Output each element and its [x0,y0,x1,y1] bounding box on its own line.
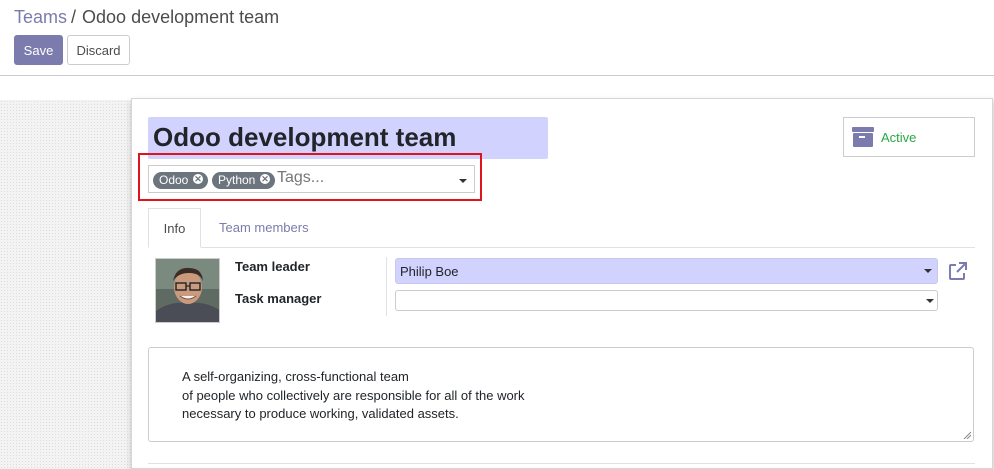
breadcrumb: Teams / Odoo development team [14,7,279,28]
archive-icon [852,127,874,147]
tab-team-members[interactable]: Team members [219,220,309,235]
breadcrumb-current: Odoo development team [82,7,280,27]
field-separator [386,257,387,316]
times-icon[interactable]: ✕ [193,174,203,184]
team-leader-value: Philip Boe [400,264,459,279]
breadcrumb-teams-link[interactable]: Teams [14,7,67,27]
active-label: Active [881,130,917,145]
times-icon[interactable]: ✕ [260,174,270,184]
caret-down-icon[interactable] [459,179,467,183]
caret-down-icon[interactable] [924,269,932,273]
breadcrumb-separator: / [71,7,77,27]
task-manager-select[interactable] [395,290,938,311]
save-button[interactable]: Save [14,35,63,65]
control-panel: Teams / Odoo development team Save Discard [0,0,994,76]
tag-label: Odoo [159,173,189,187]
tab-divider [148,247,975,248]
description-line: necessary to produce working, validated … [182,406,459,421]
section-divider [148,463,975,464]
task-manager-label: Task manager [235,291,322,306]
tags-field[interactable]: Odoo ✕ Python ✕ Tags... [148,165,475,193]
external-link-icon[interactable] [947,260,969,282]
team-leader-avatar [155,258,220,323]
tag-python: Python ✕ [212,172,275,189]
description-line: of people who collectively are responsib… [182,388,525,403]
description-textarea[interactable]: A self-organizing, cross-functional team… [148,347,974,442]
description-line: A self-organizing, cross-functional team [182,369,409,384]
resize-handle-icon[interactable] [963,431,971,439]
tag-odoo: Odoo ✕ [153,172,208,189]
tab-info[interactable]: Info [148,208,201,248]
caret-down-icon[interactable] [926,299,934,303]
active-toggle-button[interactable]: Active [843,117,975,157]
tags-input[interactable]: Tags... [277,169,324,187]
team-leader-select[interactable]: Philip Boe [395,258,938,284]
team-leader-label: Team leader [235,259,310,274]
discard-button[interactable]: Discard [67,35,130,65]
tag-label: Python [218,173,256,187]
